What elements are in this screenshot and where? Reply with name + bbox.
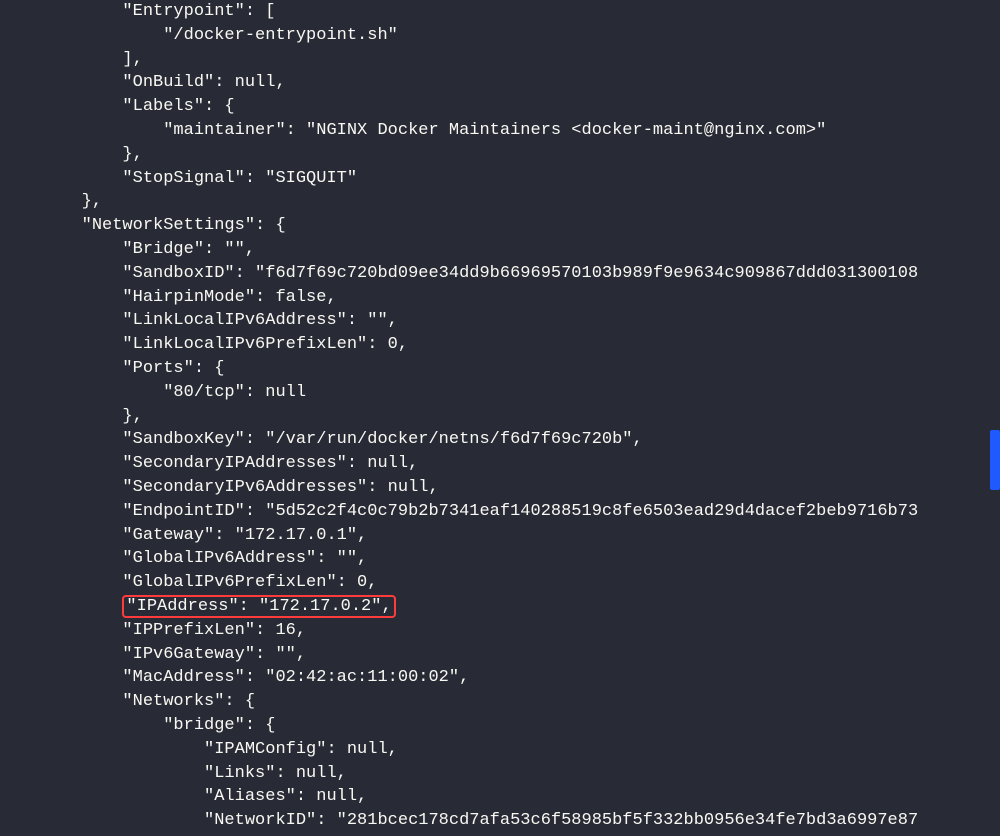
code-line: "IPAMConfig": null, [0, 738, 1000, 762]
code-line: "HairpinMode": false, [0, 286, 1000, 310]
code-line: "SandboxKey": "/var/run/docker/netns/f6d… [0, 428, 1000, 452]
code-line: "Ports": { [0, 357, 1000, 381]
code-line: "EndpointID": "5d52c2f4c0c79b2b7341eaf14… [0, 500, 1000, 524]
highlighted-ip-address: "IPAddress": "172.17.0.2", [122, 595, 395, 618]
code-line: "IPPrefixLen": 16, [0, 619, 1000, 643]
code-line: "NetworkID": "281bcec178cd7afa53c6f58985… [0, 809, 1000, 833]
code-line: "80/tcp": null [0, 381, 1000, 405]
code-line: "Aliases": null, [0, 785, 1000, 809]
code-line: "Labels": { [0, 95, 1000, 119]
code-line: "maintainer": "NGINX Docker Maintainers … [0, 119, 1000, 143]
code-line: "StopSignal": "SIGQUIT" [0, 167, 1000, 191]
scrollbar-thumb[interactable] [990, 430, 1000, 490]
code-line: "Entrypoint": [ [0, 0, 1000, 24]
code-line: "GlobalIPv6Address": "", [0, 547, 1000, 571]
code-line: "GlobalIPv6PrefixLen": 0, [0, 571, 1000, 595]
code-line: "LinkLocalIPv6PrefixLen": 0, [0, 333, 1000, 357]
code-line: "LinkLocalIPv6Address": "", [0, 309, 1000, 333]
code-line: "OnBuild": null, [0, 71, 1000, 95]
code-line: "Links": null, [0, 762, 1000, 786]
code-line: "SecondaryIPAddresses": null, [0, 452, 1000, 476]
code-line: }, [0, 190, 1000, 214]
code-line: "bridge": { [0, 714, 1000, 738]
code-line: "SandboxID": "f6d7f69c720bd09ee34dd9b669… [0, 262, 1000, 286]
json-code-block: "Entrypoint": [ "/docker-entrypoint.sh" … [0, 0, 1000, 833]
terminal-output: "Entrypoint": [ "/docker-entrypoint.sh" … [0, 0, 1000, 833]
code-line: "/docker-entrypoint.sh" [0, 24, 1000, 48]
code-line: "Gateway": "172.17.0.1", [0, 524, 1000, 548]
code-line: "IPAddress": "172.17.0.2", [0, 595, 1000, 619]
code-line: ], [0, 48, 1000, 72]
code-line: "NetworkSettings": { [0, 214, 1000, 238]
code-line: "Networks": { [0, 690, 1000, 714]
code-line: }, [0, 143, 1000, 167]
code-line: "Bridge": "", [0, 238, 1000, 262]
code-line: "MacAddress": "02:42:ac:11:00:02", [0, 666, 1000, 690]
code-line: "SecondaryIPv6Addresses": null, [0, 476, 1000, 500]
code-line: "IPv6Gateway": "", [0, 643, 1000, 667]
code-line: }, [0, 405, 1000, 429]
